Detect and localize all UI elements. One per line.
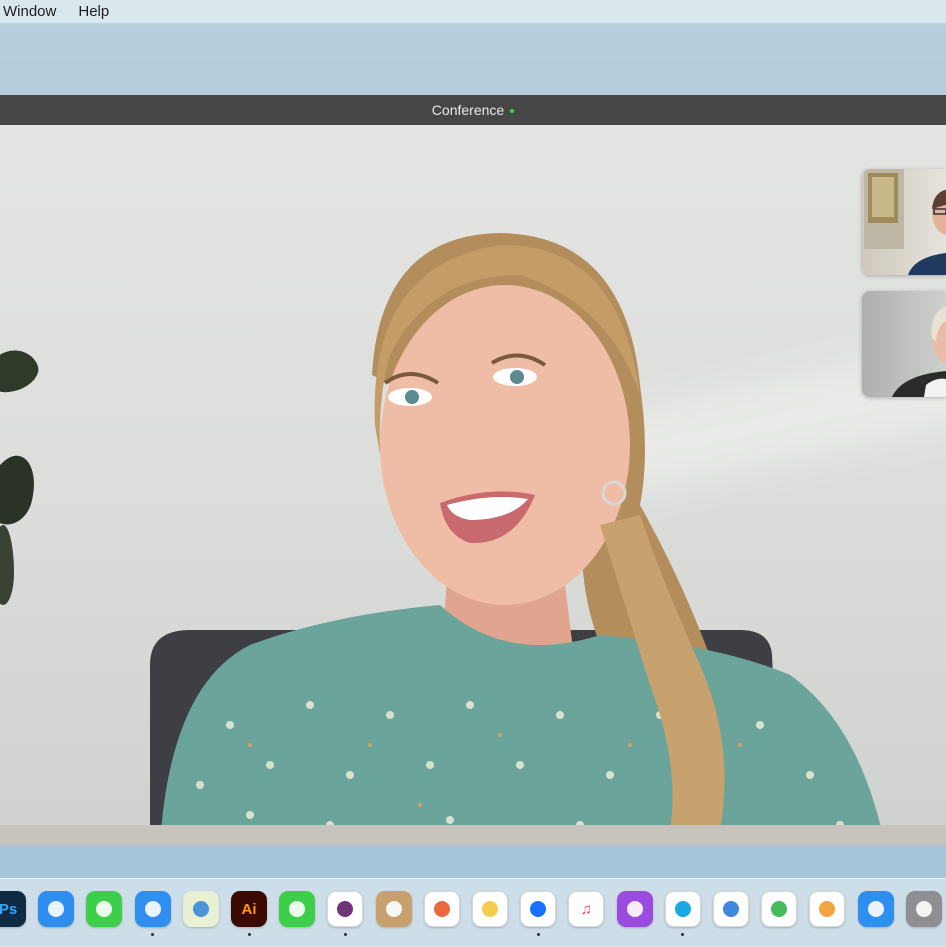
connection-status-indicator bbox=[510, 109, 515, 113]
music-icon[interactable]: ♫ bbox=[568, 891, 605, 927]
slack-icon[interactable] bbox=[327, 891, 364, 927]
dock-icon-glyph bbox=[674, 901, 691, 917]
dock-running-indicator bbox=[343, 933, 347, 936]
keynote-icon[interactable] bbox=[713, 891, 749, 927]
messages-icon[interactable] bbox=[86, 891, 123, 927]
photoshop-icon[interactable]: Ps bbox=[0, 891, 26, 927]
mail-icon[interactable] bbox=[134, 891, 171, 927]
dock-icon-glyph bbox=[626, 901, 643, 917]
dock-running-indicator bbox=[681, 933, 685, 936]
dock-running-indicator bbox=[247, 933, 251, 936]
menu-help[interactable]: Help bbox=[78, 3, 109, 20]
safari-icon[interactable] bbox=[38, 891, 75, 927]
dock-icon-label: ♫ bbox=[580, 900, 593, 918]
dock-icon-glyph bbox=[723, 901, 739, 917]
dock-running-indicator bbox=[151, 933, 155, 936]
illustrator-icon[interactable]: Ai bbox=[231, 891, 267, 927]
numbers-icon[interactable] bbox=[761, 891, 798, 927]
dock: Ps Ai ♫ bbox=[0, 878, 946, 947]
dock-icon-glyph bbox=[819, 901, 836, 917]
dock-icon-glyph bbox=[433, 901, 450, 917]
podcasts-icon[interactable] bbox=[616, 891, 653, 927]
dock-icon-glyph bbox=[144, 901, 161, 917]
notes-icon[interactable] bbox=[472, 891, 508, 927]
maps-icon[interactable] bbox=[182, 891, 219, 927]
dock-icon-label: Ai bbox=[241, 900, 257, 918]
salesforce-icon[interactable] bbox=[664, 891, 701, 927]
reminders-icon[interactable] bbox=[423, 891, 460, 927]
dropbox-icon[interactable] bbox=[520, 891, 557, 927]
dock-icon-label: Ps bbox=[0, 900, 18, 918]
pages-icon[interactable] bbox=[809, 891, 846, 927]
dock-running-indicator bbox=[536, 933, 540, 936]
dock-icon-glyph bbox=[482, 901, 498, 917]
participant-thumbnail-2[interactable] bbox=[862, 291, 946, 397]
speaker-silhouette bbox=[150, 233, 885, 845]
dock-icon-glyph bbox=[337, 901, 354, 917]
menu-window[interactable]: Window bbox=[3, 3, 56, 20]
dock-icon-glyph bbox=[96, 901, 113, 917]
contacts-icon[interactable] bbox=[375, 891, 412, 927]
conference-window: Conference bbox=[0, 95, 946, 845]
participant-2-video bbox=[892, 306, 946, 397]
dock-icon-glyph bbox=[385, 901, 402, 917]
dock-icon-glyph bbox=[48, 901, 65, 917]
system-preferences-icon[interactable] bbox=[905, 891, 942, 927]
menu-bar: Window Help bbox=[0, 0, 946, 24]
dock-icon-glyph bbox=[289, 901, 306, 917]
dock-icon-glyph bbox=[771, 901, 788, 917]
dock-icon-glyph bbox=[867, 901, 884, 917]
dock-icon-glyph bbox=[530, 901, 547, 917]
participant-1-video bbox=[864, 169, 946, 275]
app-store-icon[interactable] bbox=[857, 891, 894, 927]
dock-icon-glyph bbox=[192, 901, 209, 917]
main-video-feed[interactable] bbox=[0, 125, 946, 845]
title-bar[interactable]: Conference bbox=[0, 95, 946, 126]
window-title: Conference bbox=[431, 102, 505, 118]
dock-icon-glyph bbox=[915, 901, 932, 917]
facetime-icon[interactable] bbox=[279, 891, 316, 927]
participant-thumbnail-1[interactable] bbox=[862, 169, 946, 275]
desk-edge bbox=[0, 825, 946, 845]
